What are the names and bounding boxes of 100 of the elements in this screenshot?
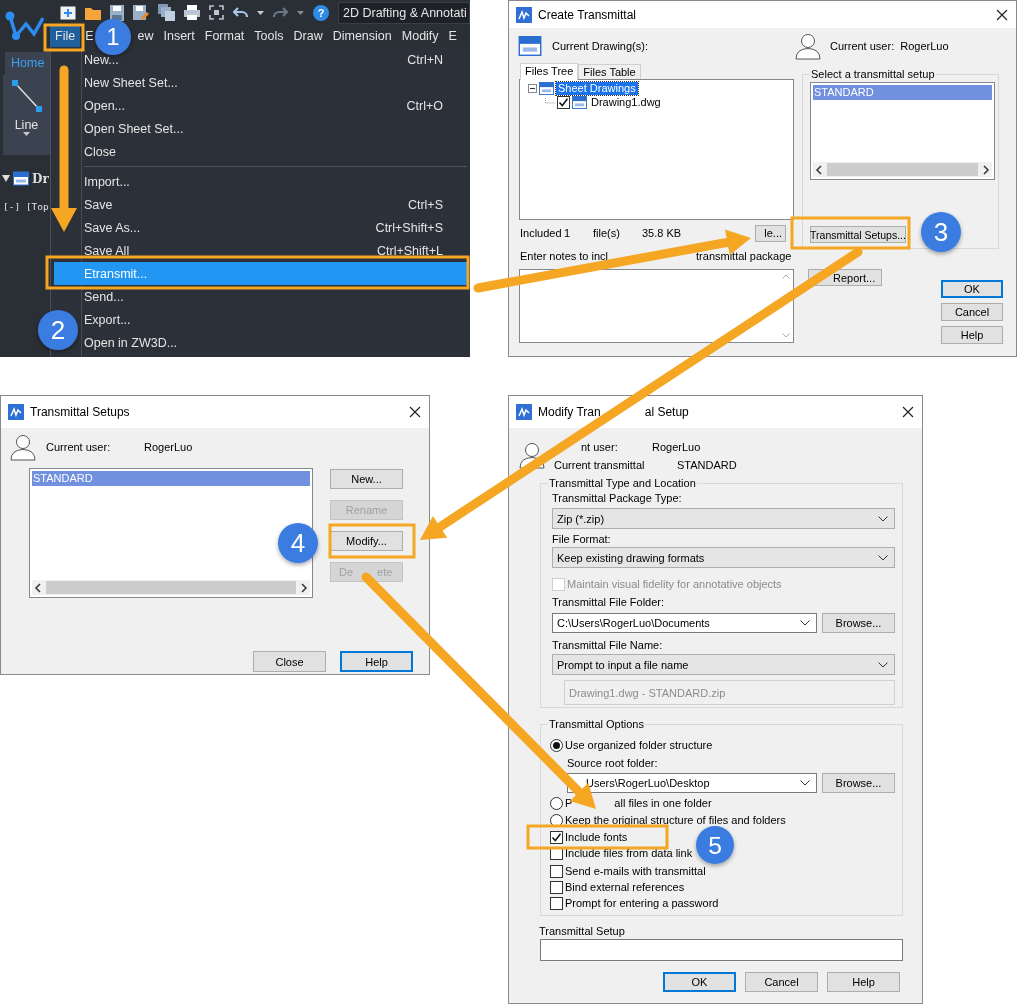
checkbox-label: Maintain visual fidelity for annotative objects <box>567 578 782 590</box>
menu-item[interactable]: Insert <box>158 25 200 47</box>
save-as-icon[interactable] <box>133 4 149 21</box>
dropdown[interactable]: Prompt to input a file name <box>552 654 895 675</box>
field-label: Transmittal Setup <box>539 925 626 937</box>
undo-icon[interactable] <box>233 6 248 19</box>
menu-item[interactable]: Save <box>84 197 113 212</box>
menu-item[interactable]: Format <box>199 25 250 47</box>
radio-button[interactable] <box>550 738 563 752</box>
dialog-button[interactable]: Help <box>941 326 1003 344</box>
menu-item[interactable]: Dimension <box>327 25 397 47</box>
dialog-button[interactable]: Cancel <box>745 972 818 992</box>
checkbox[interactable] <box>550 896 563 910</box>
dialog-button[interactable]: Cancel <box>941 303 1003 321</box>
workspace-selector[interactable]: 2D Drafting & Annotati <box>338 1 470 24</box>
dialog-button[interactable]: Modify... <box>330 531 403 551</box>
tab[interactable]: Files Tree <box>520 63 579 80</box>
window-title: Transmittal Setups <box>30 406 130 418</box>
redo-icon[interactable] <box>273 6 288 19</box>
line-icon[interactable] <box>11 80 42 112</box>
dialog-button[interactable]: Browse... <box>822 613 895 633</box>
close-icon[interactable] <box>996 8 1008 21</box>
menu-item[interactable]: Import... <box>84 174 130 189</box>
window-title: al Setup <box>644 406 689 418</box>
menu-item[interactable]: Save All <box>84 243 130 258</box>
field-label: nt user: <box>581 441 619 453</box>
viewport-label: [-] [Top <box>2 201 50 212</box>
scroll-right-icon[interactable] <box>300 582 308 593</box>
menu-item[interactable]: New... <box>84 52 119 67</box>
menu-item[interactable]: Export... <box>84 312 131 327</box>
step-badge: 4 <box>278 523 318 563</box>
menu-item[interactable]: Save As... <box>84 220 141 235</box>
save-all-icon[interactable] <box>158 4 175 21</box>
tree-item[interactable]: Drawing1.dwg <box>589 95 663 109</box>
group-title: Select a transmittal setup <box>810 68 936 80</box>
radio-button[interactable] <box>550 796 563 810</box>
menu-item[interactable]: Draw <box>288 25 328 47</box>
dialog-button[interactable]: OK <box>663 972 736 992</box>
dropdown[interactable]: C:\Users\RogerLuo\Documents <box>552 613 817 633</box>
checkbox[interactable] <box>550 880 563 894</box>
input-field[interactable] <box>540 939 903 961</box>
horizontal-scrollbar[interactable] <box>32 580 310 595</box>
step-badge: 1 <box>95 19 131 55</box>
dialog-button[interactable]: Browse... <box>822 773 895 793</box>
dialog-button[interactable]: Help <box>340 651 413 672</box>
collapse-icon[interactable] <box>528 83 537 93</box>
summary-text: 1 <box>564 227 571 239</box>
menu-item[interactable]: Tools <box>249 25 289 47</box>
menu-item[interactable]: Open Sheet Set... <box>84 121 184 136</box>
dialog-button[interactable]: New... <box>330 469 403 489</box>
menu-item[interactable]: Close <box>84 144 116 159</box>
dropdown[interactable]: Keep existing drawing formats <box>552 547 895 568</box>
menu-item[interactable]: Open... <box>84 98 125 113</box>
checkbox[interactable] <box>550 830 563 844</box>
ribbon-tab[interactable]: Home <box>5 52 50 75</box>
checkbox[interactable] <box>550 864 563 878</box>
menu-item[interactable]: New Sheet Set... <box>84 75 178 90</box>
horizontal-scrollbar[interactable] <box>813 162 992 177</box>
menu-item[interactable]: Send... <box>84 289 124 304</box>
tree-item[interactable]: Sheet Drawings <box>556 81 638 95</box>
dialog-button[interactable]: OK <box>941 280 1003 298</box>
field-label: Transmittal Package Type: <box>552 492 683 504</box>
tab[interactable]: Files Table <box>578 64 641 79</box>
dialog-button[interactable]: Close <box>253 651 326 672</box>
menu-item[interactable]: ew <box>132 25 159 47</box>
caret-icon[interactable] <box>257 10 264 15</box>
dropdown[interactable]: Zip (*.zip) <box>552 508 895 529</box>
scroll-right-icon[interactable] <box>982 164 990 175</box>
scroll-left-icon[interactable] <box>34 582 42 593</box>
save-icon[interactable] <box>110 4 124 21</box>
checkbox-label: Include files from data link <box>565 847 693 859</box>
menu-item[interactable]: File <box>50 25 81 47</box>
step-badge: 5 <box>696 826 734 864</box>
close-icon[interactable] <box>409 406 421 418</box>
menu-item[interactable]: E <box>443 25 462 47</box>
step-badge: 2 <box>38 310 78 350</box>
folder-icon[interactable] <box>85 5 101 20</box>
user-icon <box>794 32 822 60</box>
dialog-button[interactable]: le... <box>755 224 786 242</box>
group-title: Transmittal Type and Location <box>548 477 697 489</box>
summary-text: 35.8 KB <box>642 227 682 239</box>
dropdown[interactable]: Users\RogerLuo\Desktop <box>567 773 817 793</box>
menu-item[interactable]: Open in ZW3D... <box>84 335 178 350</box>
step-badge: 3 <box>921 212 961 252</box>
menu-item[interactable]: Modify <box>396 25 444 47</box>
dialog-button[interactable]: Help <box>827 972 900 992</box>
help-button[interactable]: ? <box>313 4 329 21</box>
document-tab[interactable]: Dr <box>32 171 49 186</box>
dialog-button[interactable]: Transmittal Setups... <box>810 226 906 243</box>
shortcut-label: Ctrl+Shift+S <box>375 220 443 235</box>
print-icon[interactable] <box>184 5 200 20</box>
chevron-down-icon <box>878 515 888 522</box>
scroll-left-icon[interactable] <box>815 164 823 175</box>
new-file-icon[interactable] <box>60 5 76 20</box>
collapse-icon[interactable] <box>2 175 10 182</box>
zoom-extents-icon[interactable] <box>209 5 224 20</box>
checkbox[interactable] <box>557 95 570 109</box>
caret-icon[interactable] <box>297 10 304 15</box>
caret-icon[interactable] <box>23 132 30 136</box>
close-icon[interactable] <box>902 406 914 418</box>
